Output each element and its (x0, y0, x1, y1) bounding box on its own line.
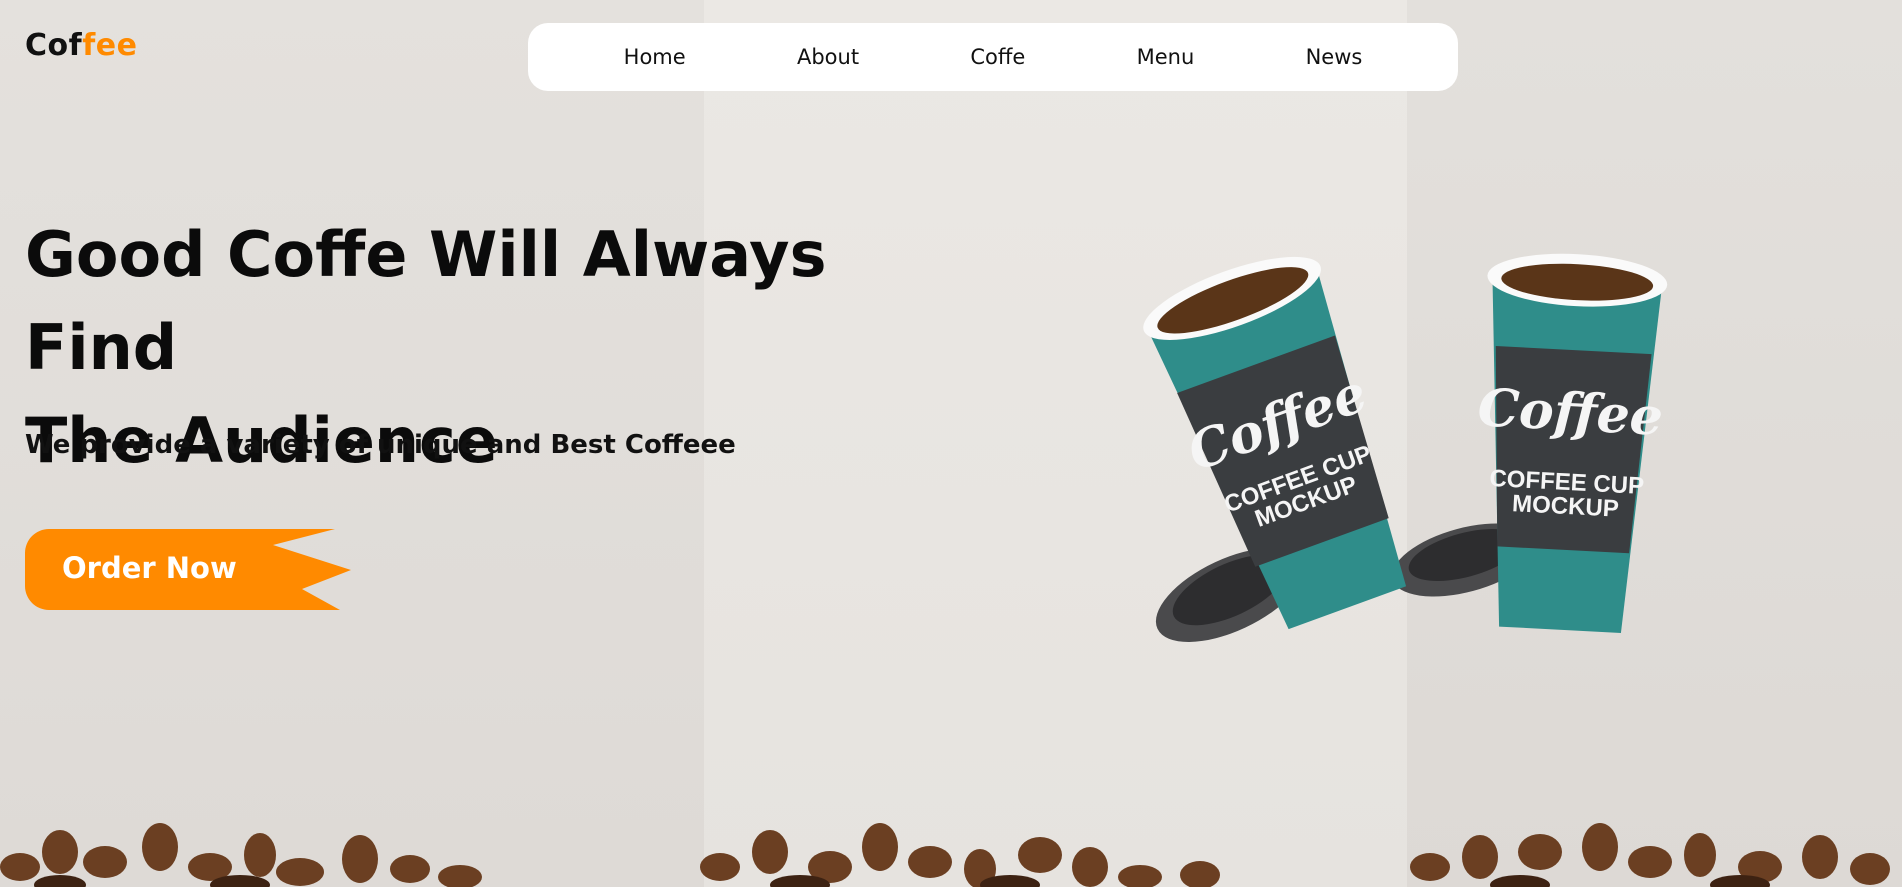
right-cup-brand: Coffee (1476, 377, 1664, 448)
brand-logo[interactable]: Coffee (25, 28, 137, 63)
hero-subtitle: We provide a variety of unique and Best … (25, 430, 736, 460)
left-cup-icon: Coffee COFFEE CUP MOCKUP (1143, 256, 1407, 630)
hero-headline-line1: Good Coffe Will Always Find (25, 218, 827, 384)
brand-logo-part2: fee (82, 28, 138, 63)
nav-item-coffe[interactable]: Coffe (970, 45, 1025, 69)
main-navigation: Home About Coffe Menu News (528, 23, 1458, 91)
nav-item-home[interactable]: Home (624, 45, 686, 69)
right-cup-caption-2: MOCKUP (1512, 490, 1620, 523)
order-now-button[interactable]: Order Now (25, 529, 355, 612)
coffee-bean-icons (0, 823, 1890, 887)
nav-item-news[interactable]: News (1306, 45, 1363, 69)
brand-logo-part1: Cof (25, 28, 83, 63)
nav-item-menu[interactable]: Menu (1137, 45, 1195, 69)
coffee-beans-border (0, 823, 1890, 887)
coffee-cups-image: Coffee COFFEE CUP MOCKUP Coffee COFFEE C… (1143, 253, 1668, 642)
nav-item-about[interactable]: About (797, 45, 859, 69)
order-now-label: Order Now (62, 551, 237, 585)
